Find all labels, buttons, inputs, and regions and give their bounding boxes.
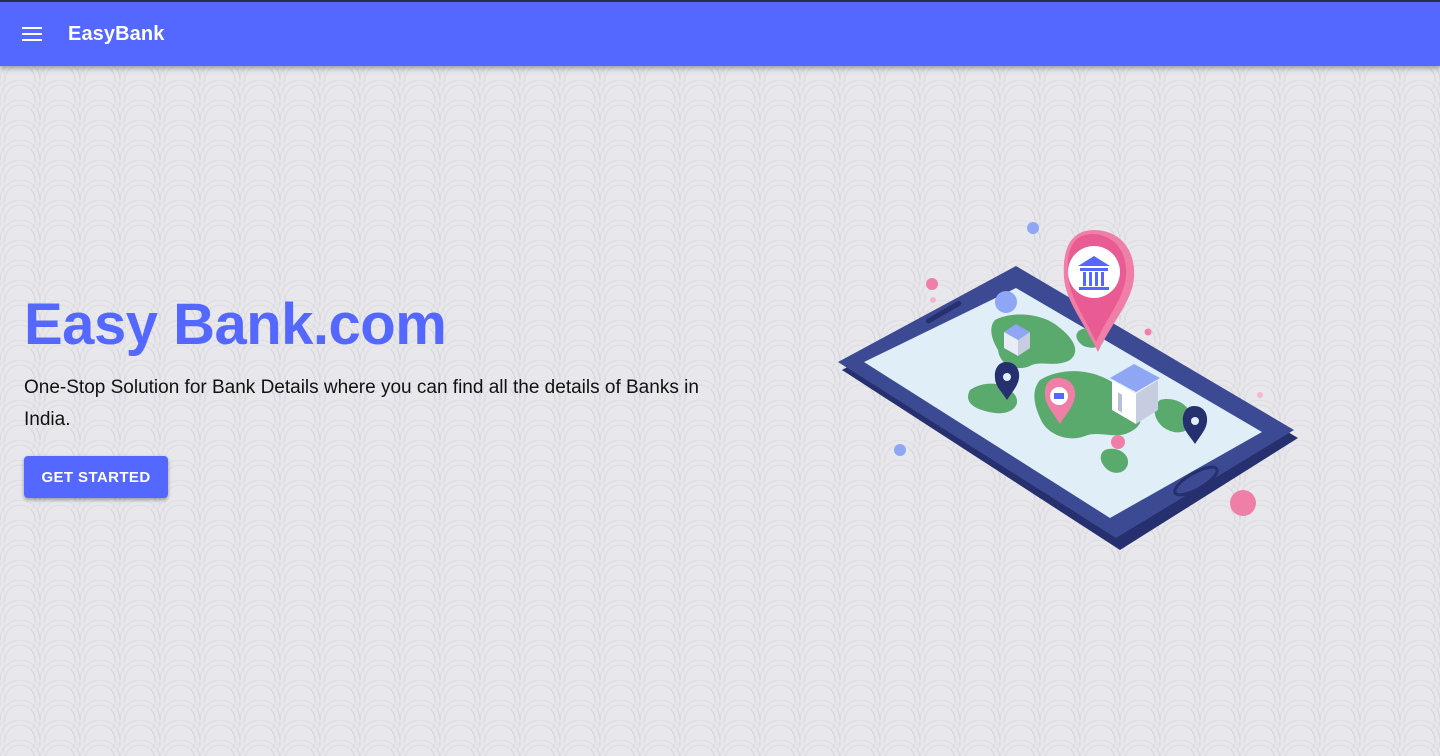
menu-button[interactable] xyxy=(8,10,56,58)
app-bar: EasyBank xyxy=(0,2,1440,66)
brand-title[interactable]: EasyBank xyxy=(68,23,164,46)
hamburger-menu-icon xyxy=(22,27,42,41)
phone-map-bank-location-illustration xyxy=(838,222,1298,550)
get-started-button[interactable]: GET STARTED xyxy=(24,456,168,498)
hero-title: Easy Bank.com xyxy=(24,292,447,357)
hero-subtitle: One-Stop Solution for Bank Details where… xyxy=(24,377,699,430)
